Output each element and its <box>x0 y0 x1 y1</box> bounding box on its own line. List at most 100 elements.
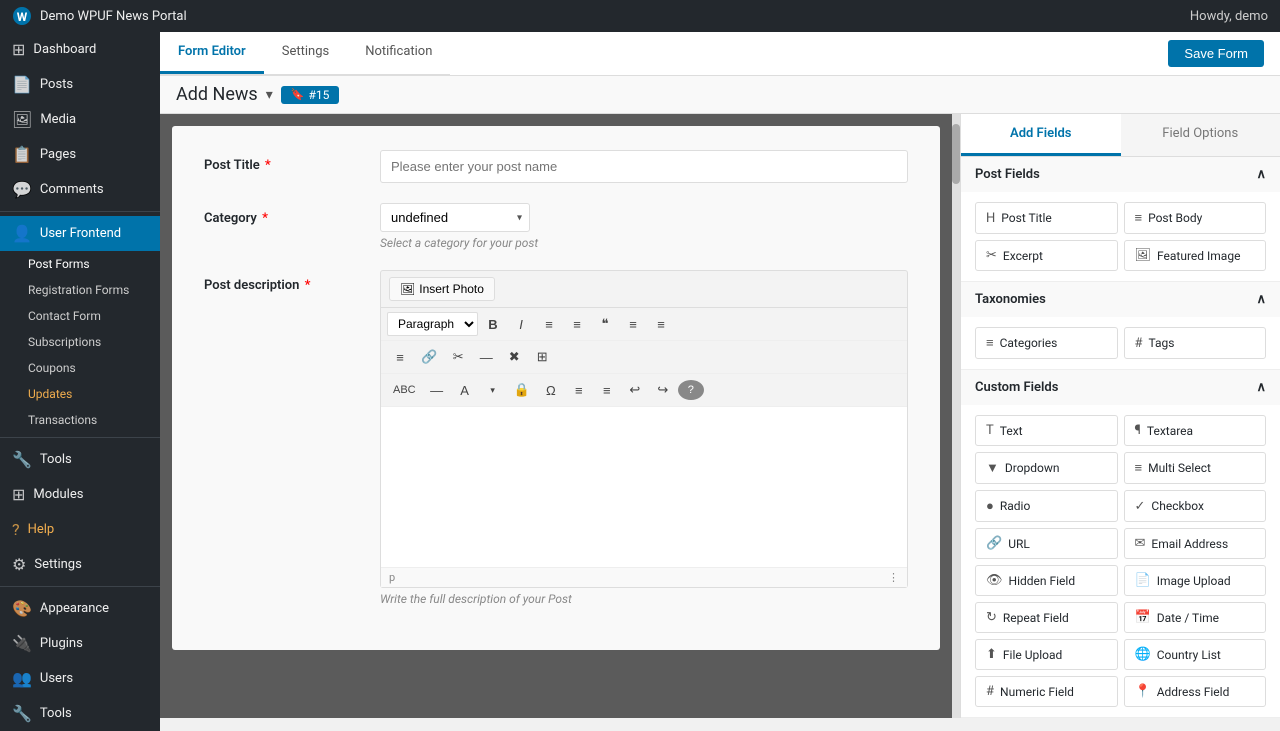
italic-button[interactable]: I <box>508 313 534 336</box>
field-btn-email[interactable]: ✉ Email Address <box>1124 528 1267 559</box>
panel-tabs: Add Fields Field Options <box>961 114 1280 157</box>
help-button[interactable]: ? <box>678 380 704 400</box>
table-button[interactable]: — <box>473 346 499 369</box>
tab-settings[interactable]: Settings <box>264 32 347 74</box>
redo-button[interactable]: ↪ <box>650 378 676 402</box>
field-btn-text[interactable]: T Text <box>975 415 1118 446</box>
taxonomies-collapse-icon: ∧ <box>1256 292 1266 307</box>
sidebar-item-user-frontend[interactable]: 👤 User Frontend <box>0 216 160 251</box>
form-title-dropdown-icon[interactable]: ▾ <box>266 87 273 103</box>
comments-icon: 💬 <box>12 180 32 199</box>
bold-button[interactable]: B <box>480 313 506 336</box>
sidebar-item-tools2[interactable]: 🔧 Tools <box>0 696 160 731</box>
lock-button[interactable]: 🔒 <box>508 378 536 402</box>
sidebar-item-transactions[interactable]: Transactions <box>0 407 160 433</box>
sidebar-item-media[interactable]: 🖼 Media <box>0 102 160 137</box>
scrollbar-thumb[interactable] <box>952 124 960 184</box>
sidebar-item-tools[interactable]: 🔧 Tools <box>0 442 160 477</box>
form-id-icon: 🔖 <box>291 88 305 101</box>
indent-button[interactable]: ≡ <box>387 346 413 369</box>
numeric-field-icon: # <box>986 684 994 699</box>
field-btn-dropdown[interactable]: ▼ Dropdown <box>975 452 1118 484</box>
date-time-field-icon: 📅 <box>1135 610 1151 625</box>
field-btn-repeat-field[interactable]: ↻ Repeat Field <box>975 602 1118 633</box>
field-btn-post-title[interactable]: H Post Title <box>975 202 1118 234</box>
panel-tab-field-options[interactable]: Field Options <box>1121 114 1280 156</box>
field-btn-country-list[interactable]: 🌐 Country List <box>1124 639 1267 670</box>
editor-resize-handle[interactable]: ⋮ <box>888 571 899 584</box>
ordered-list-button[interactable]: ≡ <box>564 313 590 336</box>
category-select[interactable]: undefined <box>380 203 530 232</box>
spellcheck-button[interactable]: ABC <box>387 380 422 400</box>
field-btn-excerpt[interactable]: ✂ Excerpt <box>975 240 1118 271</box>
field-btn-textarea[interactable]: ¶ Textarea <box>1124 415 1267 446</box>
site-title: Demo WPUF News Portal <box>40 9 187 24</box>
taxonomies-header[interactable]: Taxonomies ∧ <box>961 282 1280 317</box>
sidebar-item-users[interactable]: 👥 Users <box>0 661 160 696</box>
sidebar-item-help[interactable]: ? Help <box>0 512 160 547</box>
field-btn-categories[interactable]: ≡ Categories <box>975 327 1118 359</box>
unlink-button[interactable]: ✂ <box>445 345 471 369</box>
sidebar-item-registration-forms[interactable]: Registration Forms <box>0 277 160 303</box>
post-body-field-icon: ≡ <box>1135 210 1143 226</box>
field-btn-tags[interactable]: # Tags <box>1124 327 1267 359</box>
sidebar-item-comments[interactable]: 💬 Comments <box>0 172 160 207</box>
hr-button[interactable]: — <box>424 379 450 402</box>
field-btn-featured-image[interactable]: 🖼 Featured Image <box>1124 240 1267 271</box>
field-btn-post-body[interactable]: ≡ Post Body <box>1124 202 1267 234</box>
sidebar-item-posts[interactable]: 📄 Posts <box>0 67 160 102</box>
post-fields-content: H Post Title ≡ Post Body ✂ Excerpt <box>961 192 1280 281</box>
field-btn-hidden-field[interactable]: 👁 Hidden Field <box>975 565 1118 596</box>
post-fields-header[interactable]: Post Fields ∧ <box>961 157 1280 192</box>
field-btn-multi-select[interactable]: ≡ Multi Select <box>1124 452 1267 484</box>
sidebar-item-pages[interactable]: 📋 Pages <box>0 137 160 172</box>
sidebar-item-settings[interactable]: ⚙ Settings <box>0 547 160 582</box>
special-char-button[interactable]: Ω <box>538 379 564 402</box>
align-right-button[interactable]: ≡ <box>648 313 674 336</box>
wp-logo-icon: W <box>12 6 32 26</box>
font-color-button[interactable]: A <box>452 379 478 402</box>
panel-tab-field-options-label: Field Options <box>1162 126 1238 141</box>
panel-tab-add-fields-label: Add Fields <box>1010 126 1071 141</box>
sidebar-item-updates[interactable]: Updates <box>0 381 160 407</box>
field-btn-image-upload[interactable]: 📄 Image Upload <box>1124 565 1267 596</box>
remove-format-button[interactable]: ✖ <box>501 345 527 369</box>
tags-field-label: Tags <box>1149 336 1175 350</box>
field-btn-date-time[interactable]: 📅 Date / Time <box>1124 602 1267 633</box>
panel-tab-add-fields[interactable]: Add Fields <box>961 114 1121 156</box>
post-title-required: * <box>265 158 271 173</box>
sidebar-item-modules[interactable]: ⊞ Modules <box>0 477 160 512</box>
editor-body[interactable] <box>381 407 907 567</box>
field-btn-file-upload[interactable]: ⬆ File Upload <box>975 639 1118 670</box>
link-button[interactable]: 🔗 <box>415 345 443 369</box>
sidebar-item-dashboard[interactable]: ⊞ Dashboard <box>0 32 160 67</box>
outdent-button[interactable]: ≡ <box>566 379 592 402</box>
font-color-arrow[interactable]: ▾ <box>480 381 506 400</box>
sidebar-item-subscriptions[interactable]: Subscriptions <box>0 329 160 355</box>
field-btn-numeric[interactable]: # Numeric Field <box>975 676 1118 707</box>
field-btn-address[interactable]: 📍 Address Field <box>1124 676 1267 707</box>
field-btn-url[interactable]: 🔗 URL <box>975 528 1118 559</box>
sidebar-item-post-forms[interactable]: Post Forms <box>0 251 160 277</box>
field-btn-radio[interactable]: ● Radio <box>975 490 1118 522</box>
grid-button[interactable]: ⊞ <box>529 345 555 369</box>
align-left-button[interactable]: ≡ <box>620 313 646 336</box>
undo-button[interactable]: ↩ <box>622 378 648 402</box>
excerpt-field-label: Excerpt <box>1003 249 1043 263</box>
sidebar-item-coupons[interactable]: Coupons <box>0 355 160 381</box>
sidebar-item-contact-form[interactable]: Contact Form <box>0 303 160 329</box>
field-btn-checkbox[interactable]: ✓ Checkbox <box>1124 490 1267 522</box>
sidebar-item-plugins[interactable]: 🔌 Plugins <box>0 626 160 661</box>
paragraph-select[interactable]: Paragraph <box>387 312 478 336</box>
custom-fields-header[interactable]: Custom Fields ∧ <box>961 370 1280 405</box>
post-title-input[interactable] <box>380 150 908 183</box>
tab-notification[interactable]: Notification <box>347 32 450 74</box>
blockquote-button[interactable]: ❝ <box>592 312 618 336</box>
tab-form-editor[interactable]: Form Editor <box>160 32 264 74</box>
sidebar-item-appearance[interactable]: 🎨 Appearance <box>0 591 160 626</box>
insert-photo-button[interactable]: 🖼 Insert Photo <box>389 277 495 301</box>
rtl-button[interactable]: ≡ <box>594 379 620 402</box>
editor-scrollbar[interactable] <box>952 114 960 718</box>
save-form-button[interactable]: Save Form <box>1168 40 1264 67</box>
unordered-list-button[interactable]: ≡ <box>536 313 562 336</box>
